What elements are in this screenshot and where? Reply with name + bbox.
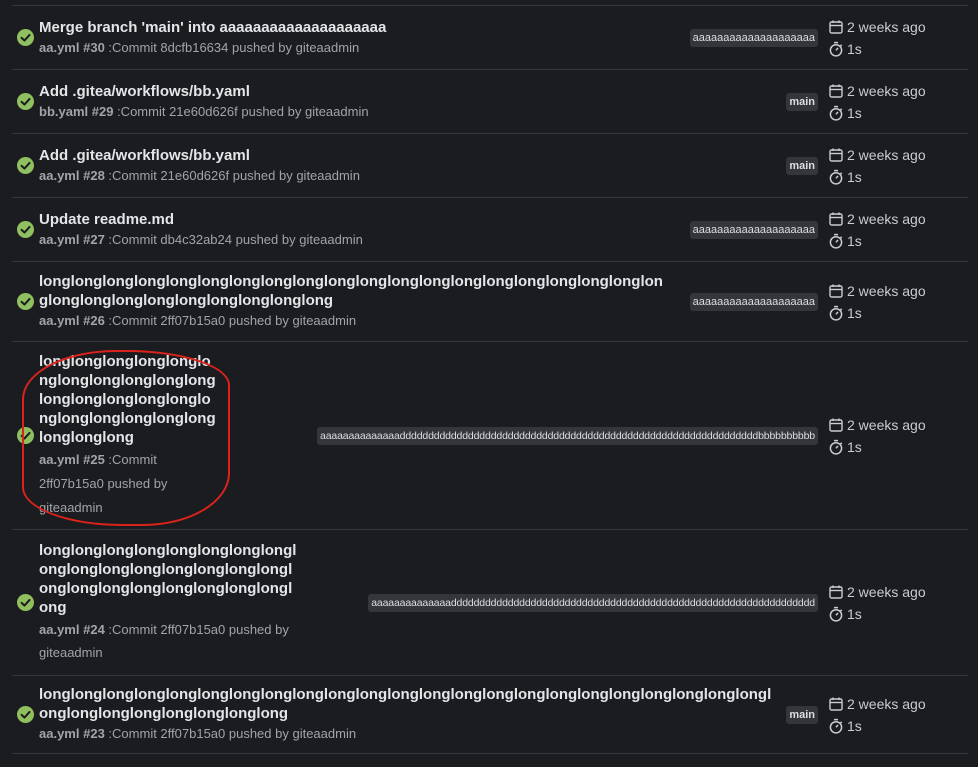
run-duration: 1s (847, 232, 862, 249)
run-meta: aa.yml #28 :Commit 21e60d626f pushed by … (39, 166, 776, 186)
commit-text: :Commit 21e60d626f pushed by giteaadmin (104, 167, 360, 183)
run-number: #23 (83, 726, 105, 741)
runs-list: Merge branch 'main' into aaaaaaaaaaaaaaa… (0, 0, 968, 754)
run-title-link[interactable]: Update readme.md (39, 210, 680, 229)
workflow-link[interactable]: aa.yml (39, 313, 79, 328)
run-meta: bb.yaml #29 :Commit 21e60d626f pushed by… (39, 102, 776, 122)
stopwatch-icon (829, 305, 843, 321)
run-times: 2 weeks ago 1s (818, 208, 968, 252)
run-times: 2 weeks ago 1s (818, 144, 968, 188)
run-date: 2 weeks ago (847, 210, 926, 227)
success-status-icon (12, 157, 39, 174)
branch-label[interactable]: aaaaaaaaaaaaaadddddddddddddddddddddddddd… (317, 426, 818, 445)
run-number: #28 (83, 167, 105, 183)
success-status-icon (12, 706, 39, 723)
run-times: 2 weeks ago 1s (818, 16, 968, 60)
calendar-icon (829, 212, 843, 226)
stopwatch-icon (829, 105, 843, 121)
run-times: 2 weeks ago 1s (818, 693, 968, 737)
workflow-link[interactable]: aa.yml (39, 232, 79, 247)
run-date: 2 weeks ago (847, 416, 926, 433)
red-annotation-circle (22, 350, 230, 526)
run-row[interactable]: longlonglonglonglonglonglonglonglonglong… (12, 676, 968, 754)
run-duration: 1s (847, 168, 862, 185)
run-date: 2 weeks ago (847, 82, 926, 99)
stopwatch-icon (829, 439, 843, 455)
success-status-icon (12, 221, 39, 238)
calendar-icon (829, 697, 843, 711)
run-row[interactable]: longlonglonglonglonglonglonglonglonglong… (12, 262, 968, 342)
workflow-link[interactable]: aa.yml (39, 622, 79, 637)
commit-text: :Commit 8dcfb16634 pushed by giteaadmin (104, 39, 360, 55)
stopwatch-icon (829, 169, 843, 185)
run-times: 2 weeks ago 1s (818, 414, 968, 458)
success-status-icon (12, 293, 39, 310)
run-date: 2 weeks ago (847, 695, 926, 712)
stopwatch-icon (829, 233, 843, 249)
stopwatch-icon (829, 606, 843, 622)
branch-label[interactable]: aaaaaaaaaaaaaadddddddddddddddddddddddddd… (368, 593, 818, 612)
run-row[interactable]: Update readme.md aa.yml #27 :Commit db4c… (12, 198, 968, 262)
run-number: #24 (83, 622, 105, 637)
commit-text: :Commit 21e60d626f pushed by giteaadmin (113, 103, 369, 119)
calendar-icon (829, 84, 843, 98)
run-duration: 1s (847, 40, 862, 57)
run-meta: aa.yml #24 :Commit 2ff07b15a0 pushed by … (39, 618, 297, 664)
branch-label[interactable]: aaaaaaaaaaaaaaaaaaaa (689, 220, 818, 239)
calendar-icon (829, 284, 843, 298)
workflow-link[interactable]: aa.yml (39, 726, 79, 741)
commit-text: :Commit 2ff07b15a0 pushed by giteaadmin (104, 726, 357, 741)
success-status-icon (12, 93, 39, 110)
run-number: #26 (83, 313, 105, 328)
run-duration: 1s (847, 304, 862, 321)
stopwatch-icon (829, 718, 843, 734)
run-number: #30 (83, 39, 105, 55)
workflow-link[interactable]: aa.yml (39, 40, 79, 55)
commit-text: :Commit 2ff07b15a0 pushed by giteaadmin (104, 313, 357, 328)
calendar-icon (829, 585, 843, 599)
run-times: 2 weeks ago 1s (818, 280, 968, 324)
success-status-icon (12, 29, 39, 46)
branch-label[interactable]: main (786, 156, 818, 175)
calendar-icon (829, 20, 843, 34)
run-row[interactable]: Add .gitea/workflows/bb.yaml aa.yml #28 … (12, 134, 968, 198)
run-meta: aa.yml #26 :Commit 2ff07b15a0 pushed by … (39, 311, 667, 331)
calendar-icon (829, 418, 843, 432)
run-times: 2 weeks ago 1s (818, 581, 968, 625)
run-title-link[interactable]: Add .gitea/workflows/bb.yaml (39, 82, 776, 101)
run-title-link[interactable]: longlonglonglonglonglonglonglonglonglong… (39, 685, 776, 723)
calendar-icon (829, 148, 843, 162)
run-row[interactable]: Add .gitea/workflows/bb.yaml bb.yaml #29… (12, 70, 968, 134)
run-row[interactable]: longlonglonglonglonglonglonglonglonglong… (12, 530, 968, 676)
workflow-link[interactable]: aa.yml (39, 168, 79, 183)
run-duration: 1s (847, 605, 862, 622)
run-title-link[interactable]: longlonglonglonglonglonglonglonglonglong… (39, 272, 667, 310)
run-times: 2 weeks ago 1s (818, 80, 968, 124)
run-meta: aa.yml #23 :Commit 2ff07b15a0 pushed by … (39, 724, 776, 744)
workflow-link[interactable]: bb.yaml (39, 104, 88, 119)
branch-label[interactable]: aaaaaaaaaaaaaaaaaaaa (689, 292, 818, 311)
run-date: 2 weeks ago (847, 583, 926, 600)
branch-label[interactable]: main (786, 705, 818, 724)
run-date: 2 weeks ago (847, 146, 926, 163)
stopwatch-icon (829, 41, 843, 57)
run-duration: 1s (847, 438, 862, 455)
commit-text: :Commit db4c32ab24 pushed by giteaadmin (104, 231, 363, 247)
run-meta: aa.yml #27 :Commit db4c32ab24 pushed by … (39, 230, 680, 250)
run-duration: 1s (847, 104, 862, 121)
run-number: #29 (91, 103, 114, 119)
run-number: #27 (83, 231, 105, 247)
run-meta: aa.yml #30 :Commit 8dcfb16634 pushed by … (39, 38, 680, 58)
success-status-icon (12, 594, 39, 611)
run-title-link[interactable]: Merge branch 'main' into aaaaaaaaaaaaaaa… (39, 18, 680, 37)
run-row[interactable]: longlonglonglonglonglonglonglonglonglong… (12, 342, 968, 530)
run-title-link[interactable]: longlonglonglonglonglonglonglonglonglong… (39, 541, 297, 617)
run-date: 2 weeks ago (847, 18, 926, 35)
branch-label[interactable]: main (786, 92, 818, 111)
run-title-link[interactable]: Add .gitea/workflows/bb.yaml (39, 146, 776, 165)
branch-label[interactable]: aaaaaaaaaaaaaaaaaaaa (689, 28, 818, 47)
run-date: 2 weeks ago (847, 282, 926, 299)
run-row[interactable]: Merge branch 'main' into aaaaaaaaaaaaaaa… (12, 6, 968, 70)
run-duration: 1s (847, 717, 862, 734)
